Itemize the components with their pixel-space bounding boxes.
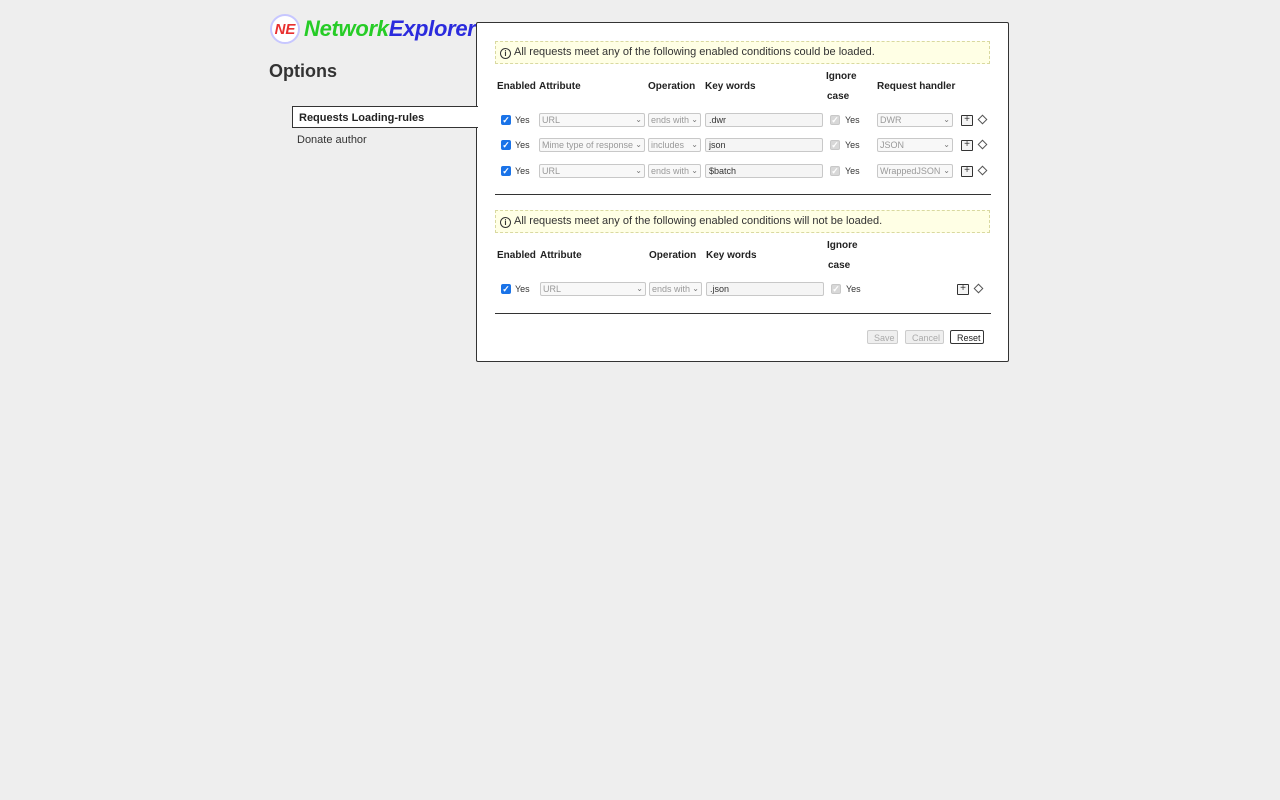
- handler-value: JSON: [880, 140, 905, 150]
- handler-select[interactable]: WrappedJSON ⌄: [877, 164, 953, 178]
- chevron-down-icon: ⌄: [943, 115, 950, 124]
- ignore-case-checkbox[interactable]: ✓: [830, 166, 840, 176]
- exclude-notice-text: All requests meet any of the following e…: [514, 215, 883, 227]
- handler-value: WrappedJSON: [880, 166, 941, 176]
- attribute-select[interactable]: URL ⌄: [540, 282, 646, 296]
- attribute-select[interactable]: URL ⌄: [539, 113, 645, 127]
- enabled-checkbox[interactable]: ✓: [501, 166, 511, 176]
- nav-item-requests-loading-rules[interactable]: Requests Loading-rules: [292, 106, 478, 128]
- attribute-value: Mime type of response: [542, 140, 634, 150]
- section-divider: [495, 313, 991, 314]
- operation-value: ends with: [651, 115, 690, 125]
- operation-value: includes: [651, 140, 685, 150]
- enabled-label: Yes: [515, 115, 530, 125]
- operation-select[interactable]: includes ⌄: [648, 138, 701, 152]
- info-icon: i: [500, 217, 511, 228]
- operation-select[interactable]: ends with ⌄: [649, 282, 702, 296]
- add-rule-button[interactable]: +: [961, 166, 973, 177]
- header-enabled: Enabled: [497, 81, 536, 92]
- move-rule-icon[interactable]: [977, 139, 988, 150]
- ignore-case-checkbox[interactable]: ✓: [830, 115, 840, 125]
- cancel-button[interactable]: Cancel: [905, 330, 944, 344]
- attribute-value: URL: [542, 166, 561, 176]
- ignore-case-label: Yes: [845, 115, 860, 125]
- header-attribute: Attribute: [540, 250, 582, 261]
- ignore-case-label: Yes: [846, 284, 861, 294]
- app-logo: NE NetworkExplorer: [270, 14, 476, 44]
- header-request-handler: Request handler: [877, 81, 956, 92]
- chevron-down-icon: ⌄: [636, 284, 643, 293]
- exclude-rule-row: ✓ Yes URL ⌄ ends with ⌄ .json ✓ Yes +: [477, 281, 1008, 297]
- chevron-down-icon: ⌄: [691, 115, 698, 124]
- app-name-part2: Explorer: [388, 16, 476, 41]
- chevron-down-icon: ⌄: [635, 166, 642, 175]
- page-title: Options: [269, 61, 337, 81]
- keywords-input[interactable]: $batch: [705, 164, 823, 178]
- ignore-case-checkbox[interactable]: ✓: [831, 284, 841, 294]
- save-button[interactable]: Save: [867, 330, 898, 344]
- attribute-value: URL: [543, 284, 562, 294]
- exclude-notice: i All requests meet any of the following …: [495, 210, 990, 233]
- rules-panel: i All requests meet any of the following …: [476, 22, 1009, 362]
- reset-button[interactable]: Reset: [950, 330, 984, 344]
- add-rule-button[interactable]: +: [961, 115, 973, 126]
- ignore-case-label: Yes: [845, 166, 860, 176]
- header-keywords: Key words: [705, 81, 756, 92]
- header-ignore: Ignore: [827, 240, 858, 251]
- enabled-checkbox[interactable]: ✓: [501, 140, 511, 150]
- app-name: NetworkExplorer: [304, 16, 476, 42]
- ignore-case-checkbox[interactable]: ✓: [830, 140, 840, 150]
- add-rule-button[interactable]: +: [957, 284, 969, 295]
- handler-select[interactable]: DWR ⌄: [877, 113, 953, 127]
- keywords-input[interactable]: .json: [706, 282, 824, 296]
- handler-select[interactable]: JSON ⌄: [877, 138, 953, 152]
- chevron-down-icon: ⌄: [691, 166, 698, 175]
- header-attribute: Attribute: [539, 81, 581, 92]
- load-rule-row: ✓ Yes URL ⌄ ends with ⌄ $batch ✓ Yes Wrapp…: [477, 163, 1008, 179]
- move-rule-icon[interactable]: [973, 283, 984, 294]
- chevron-down-icon: ⌄: [691, 140, 698, 149]
- move-rule-icon[interactable]: [977, 114, 988, 125]
- enabled-checkbox[interactable]: ✓: [501, 284, 511, 294]
- attribute-select[interactable]: URL ⌄: [539, 164, 645, 178]
- load-rule-row: ✓ Yes Mime type of response ⌄ includes ⌄ j…: [477, 137, 1008, 153]
- add-rule-button[interactable]: +: [961, 140, 973, 151]
- header-operation: Operation: [649, 250, 697, 261]
- load-notice-text: All requests meet any of the following e…: [514, 46, 875, 58]
- keywords-input[interactable]: json: [705, 138, 823, 152]
- header-case: case: [828, 260, 851, 271]
- logo-mark-icon: NE: [270, 14, 300, 44]
- info-icon: i: [500, 48, 511, 59]
- keywords-input[interactable]: .dwr: [705, 113, 823, 127]
- load-notice: i All requests meet any of the following …: [495, 41, 990, 64]
- chevron-down-icon: ⌄: [635, 140, 642, 149]
- chevron-down-icon: ⌄: [692, 284, 699, 293]
- operation-value: ends with: [652, 284, 691, 294]
- operation-value: ends with: [651, 166, 690, 176]
- chevron-down-icon: ⌄: [943, 166, 950, 175]
- header-operation: Operation: [648, 81, 696, 92]
- move-rule-icon[interactable]: [977, 165, 988, 176]
- header-case: case: [827, 91, 850, 102]
- attribute-select[interactable]: Mime type of response ⌄: [539, 138, 645, 152]
- nav-item-donate-author[interactable]: Donate author: [297, 129, 367, 151]
- attribute-value: URL: [542, 115, 561, 125]
- chevron-down-icon: ⌄: [635, 115, 642, 124]
- header-ignore: Ignore: [826, 71, 857, 82]
- section-divider: [495, 194, 991, 195]
- chevron-down-icon: ⌄: [943, 140, 950, 149]
- load-rule-row: ✓ Yes URL ⌄ ends with ⌄ .dwr ✓ Yes DWR ⌄ +: [477, 112, 1008, 128]
- operation-select[interactable]: ends with ⌄: [648, 164, 701, 178]
- enabled-label: Yes: [515, 166, 530, 176]
- enabled-label: Yes: [515, 284, 530, 294]
- header-keywords: Key words: [706, 250, 757, 261]
- handler-value: DWR: [880, 115, 902, 125]
- app-name-part1: Network: [304, 16, 389, 41]
- operation-select[interactable]: ends with ⌄: [648, 113, 701, 127]
- ignore-case-label: Yes: [845, 140, 860, 150]
- header-enabled: Enabled: [497, 250, 536, 261]
- enabled-label: Yes: [515, 140, 530, 150]
- enabled-checkbox[interactable]: ✓: [501, 115, 511, 125]
